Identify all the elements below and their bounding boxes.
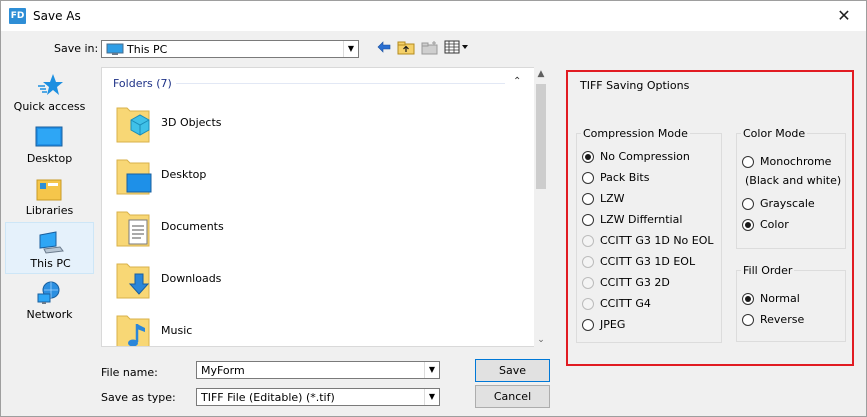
- file-name-input[interactable]: MyForm ▼: [196, 361, 440, 379]
- radio-label: Normal: [760, 292, 800, 305]
- place-libraries[interactable]: Libraries: [5, 170, 94, 222]
- save-button[interactable]: Save: [475, 359, 550, 382]
- radio-button[interactable]: [582, 172, 594, 184]
- radio-label: CCITT G3 1D No EOL: [600, 234, 714, 247]
- file-list-scrollbar[interactable]: ▲ ⌄: [534, 67, 548, 347]
- window-title: Save As: [33, 9, 81, 23]
- radio-button: [582, 298, 594, 310]
- radio-label: Monochrome: [760, 155, 832, 168]
- chevron-down-icon: ▼: [424, 389, 439, 405]
- list-item[interactable]: Desktop: [113, 152, 513, 202]
- title-bar: FD Save As ✕: [0, 0, 867, 31]
- desktop-folder-icon: [116, 159, 152, 195]
- up-folder-icon[interactable]: [397, 40, 415, 56]
- tiff-options-title: TIFF Saving Options: [580, 79, 690, 92]
- place-quick-access[interactable]: Quick access: [5, 66, 94, 118]
- place-desktop[interactable]: Desktop: [5, 118, 94, 170]
- chevron-up-icon[interactable]: ⌃: [513, 76, 521, 87]
- save-as-type-dropdown[interactable]: TIFF File (Editable) (*.tif) ▼: [196, 388, 440, 406]
- file-name-label: File name:: [101, 366, 158, 379]
- radio-label: No Compression: [600, 150, 690, 163]
- color-mode-title: Color Mode: [741, 127, 808, 140]
- radio-button[interactable]: [582, 151, 594, 163]
- radio-button[interactable]: [742, 198, 754, 210]
- radio-button[interactable]: [742, 314, 754, 326]
- save-in-dropdown[interactable]: This PC ▼: [101, 40, 359, 58]
- star-icon: [38, 74, 63, 95]
- fill-order-title: Fill Order: [741, 264, 795, 277]
- radio-label: Pack Bits: [600, 171, 650, 184]
- list-item[interactable]: Downloads: [113, 256, 513, 306]
- chevron-down-icon: ▼: [343, 41, 358, 57]
- place-label: Desktop: [26, 152, 73, 165]
- monochrome-sublabel: (Black and white): [745, 174, 842, 187]
- place-label: Network: [26, 308, 73, 321]
- new-folder-icon[interactable]: [421, 40, 439, 56]
- radio-button[interactable]: [742, 156, 754, 168]
- radio-label: CCITT G3 2D: [600, 276, 670, 289]
- radio-label: Reverse: [760, 313, 805, 326]
- folder-name: 3D Objects: [161, 116, 222, 129]
- folder-name: Music: [161, 324, 193, 337]
- radio-label: LZW Differntial: [600, 213, 683, 226]
- radio-label: JPEG: [600, 318, 626, 331]
- radio-label: CCITT G4: [600, 297, 651, 310]
- place-network[interactable]: Network: [5, 274, 94, 326]
- compression-mode-group: Compression Mode No Compression Pack Bit…: [576, 127, 722, 343]
- group-divider: [176, 83, 505, 84]
- radio-label: Grayscale: [760, 197, 815, 210]
- radio-button[interactable]: [742, 219, 754, 231]
- radio-button[interactable]: [582, 214, 594, 226]
- folder-name: Documents: [161, 220, 224, 233]
- list-item[interactable]: 3D Objects: [113, 100, 513, 150]
- save-in-label: Save in:: [54, 42, 99, 55]
- scroll-up-icon[interactable]: ▲: [534, 69, 548, 79]
- file-list[interactable]: Folders (7) ⌃ 3D Objects Desktop Documen…: [101, 67, 547, 347]
- close-button[interactable]: ✕: [826, 2, 862, 30]
- documents-folder-icon: [116, 211, 150, 247]
- radio-label: CCITT G3 1D EOL: [600, 255, 696, 268]
- radio-button[interactable]: [742, 293, 754, 305]
- folders-group-header[interactable]: Folders (7): [113, 77, 172, 90]
- desktop-icon: [35, 126, 63, 147]
- tiff-options-panel: TIFF Saving Options Compression Mode No …: [566, 70, 854, 366]
- places-bar: Quick access Desktop Libraries This PC N…: [5, 66, 94, 346]
- folder-name: Downloads: [161, 272, 222, 285]
- radio-button[interactable]: [582, 193, 594, 205]
- radio-button: [582, 235, 594, 247]
- back-arrow-icon[interactable]: [375, 40, 393, 56]
- radio-button[interactable]: [582, 319, 594, 331]
- place-label: This PC: [30, 257, 71, 270]
- fill-order-group: Fill Order Normal Reverse: [736, 264, 846, 342]
- downloads-folder-icon: [116, 263, 150, 299]
- folder-name: Desktop: [161, 168, 207, 181]
- place-label: Quick access: [13, 100, 86, 113]
- scroll-down-icon[interactable]: ⌄: [534, 335, 548, 345]
- save-as-type-label: Save as type:: [101, 391, 176, 404]
- file-name-value: MyForm: [201, 364, 245, 377]
- view-menu-icon[interactable]: [444, 40, 470, 56]
- place-this-pc[interactable]: This PC: [5, 222, 94, 274]
- save-in-value: This PC: [127, 43, 168, 56]
- 3d-objects-folder-icon: [116, 107, 150, 143]
- compression-mode-title: Compression Mode: [581, 127, 690, 140]
- list-item[interactable]: Music: [113, 308, 513, 346]
- computer-small-icon: [106, 43, 124, 55]
- radio-button: [582, 277, 594, 289]
- computer-icon: [39, 231, 64, 254]
- list-item[interactable]: Documents: [113, 204, 513, 254]
- libraries-icon: [36, 179, 62, 201]
- save-as-type-value: TIFF File (Editable) (*.tif): [201, 391, 335, 404]
- place-label: Libraries: [25, 204, 74, 217]
- app-icon: FD: [9, 8, 26, 24]
- chevron-down-icon[interactable]: ▼: [424, 362, 439, 378]
- radio-label: LZW: [600, 192, 625, 205]
- color-mode-group: Color Mode Monochrome (Black and white) …: [736, 127, 846, 249]
- radio-button: [582, 256, 594, 268]
- cancel-button[interactable]: Cancel: [475, 385, 550, 408]
- scrollbar-thumb[interactable]: [536, 84, 546, 189]
- network-icon: [37, 281, 60, 304]
- music-folder-icon: [116, 315, 150, 346]
- radio-label: Color: [760, 218, 789, 231]
